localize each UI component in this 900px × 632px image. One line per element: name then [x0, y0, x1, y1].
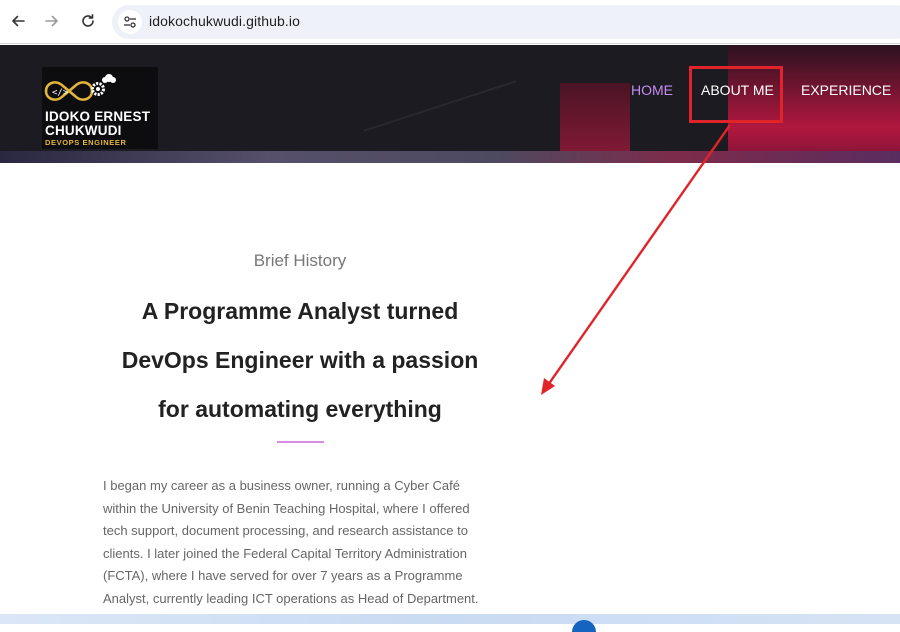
- address-bar[interactable]: idokochukwudi.github.io: [112, 5, 900, 39]
- forward-icon[interactable]: [41, 10, 63, 32]
- taskbar-edge: [0, 614, 900, 624]
- about-bio: I began my career as a business owner, r…: [103, 475, 503, 610]
- site-header: </> IDOKO ERNEST CHUKWUDI DEVOPS ENGINEE…: [0, 45, 900, 163]
- logo-tagline: DEVOPS ENGINEER: [45, 138, 127, 147]
- bio-line: tech support, document processing, and r…: [103, 523, 468, 538]
- headline-line: A Programme Analyst turned: [141, 298, 459, 324]
- bio-line: clients. I later joined the Federal Capi…: [103, 545, 467, 561]
- nav-home[interactable]: HOME: [631, 82, 673, 98]
- headline-divider: [277, 441, 324, 443]
- header-bottom-band: [0, 151, 900, 163]
- bio-line: I began my career as a business owner, r…: [103, 478, 460, 493]
- site-logo[interactable]: </> IDOKO ERNEST CHUKWUDI DEVOPS ENGINEE…: [42, 67, 158, 149]
- headline-line: DevOps Engineer with a passion: [121, 347, 479, 373]
- url-text[interactable]: idokochukwudi.github.io: [149, 13, 300, 29]
- logo-name-line2: CHUKWUDI: [45, 123, 122, 138]
- nav-about-me[interactable]: ABOUT ME: [701, 82, 774, 98]
- svg-text:</>: </>: [52, 88, 69, 98]
- bio-line: within the University of Benin Teaching …: [103, 500, 470, 516]
- header-decoration: [728, 45, 900, 163]
- browser-toolbar: idokochukwudi.github.io: [0, 0, 900, 44]
- reload-icon[interactable]: [77, 10, 99, 32]
- header-decoration: [363, 80, 517, 132]
- site-info-icon[interactable]: [118, 10, 142, 34]
- back-icon[interactable]: [7, 10, 29, 32]
- infinity-logo-icon: </>: [44, 74, 116, 101]
- nav-experience[interactable]: EXPERIENCE: [801, 82, 891, 98]
- bio-line: (FCTA), where I have served for over 7 y…: [103, 568, 463, 583]
- bio-line: Analyst, currently leading ICT operation…: [103, 590, 479, 606]
- logo-name-line1: IDOKO ERNEST: [45, 109, 151, 124]
- headline-line: for automating everything: [158, 396, 442, 422]
- about-headline: A Programme Analyst turned DevOps Engine…: [100, 287, 500, 434]
- section-kicker: Brief History: [253, 251, 347, 270]
- about-section: Brief History A Programme Analyst turned…: [0, 163, 900, 624]
